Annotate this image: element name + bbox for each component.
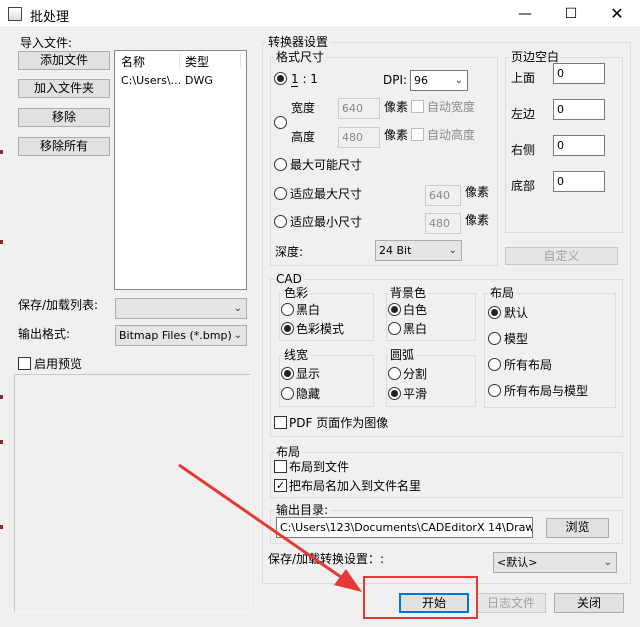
arrow-shaft	[178, 463, 352, 586]
arrow-head	[334, 569, 362, 592]
red-arrow-annotation	[178, 463, 362, 592]
